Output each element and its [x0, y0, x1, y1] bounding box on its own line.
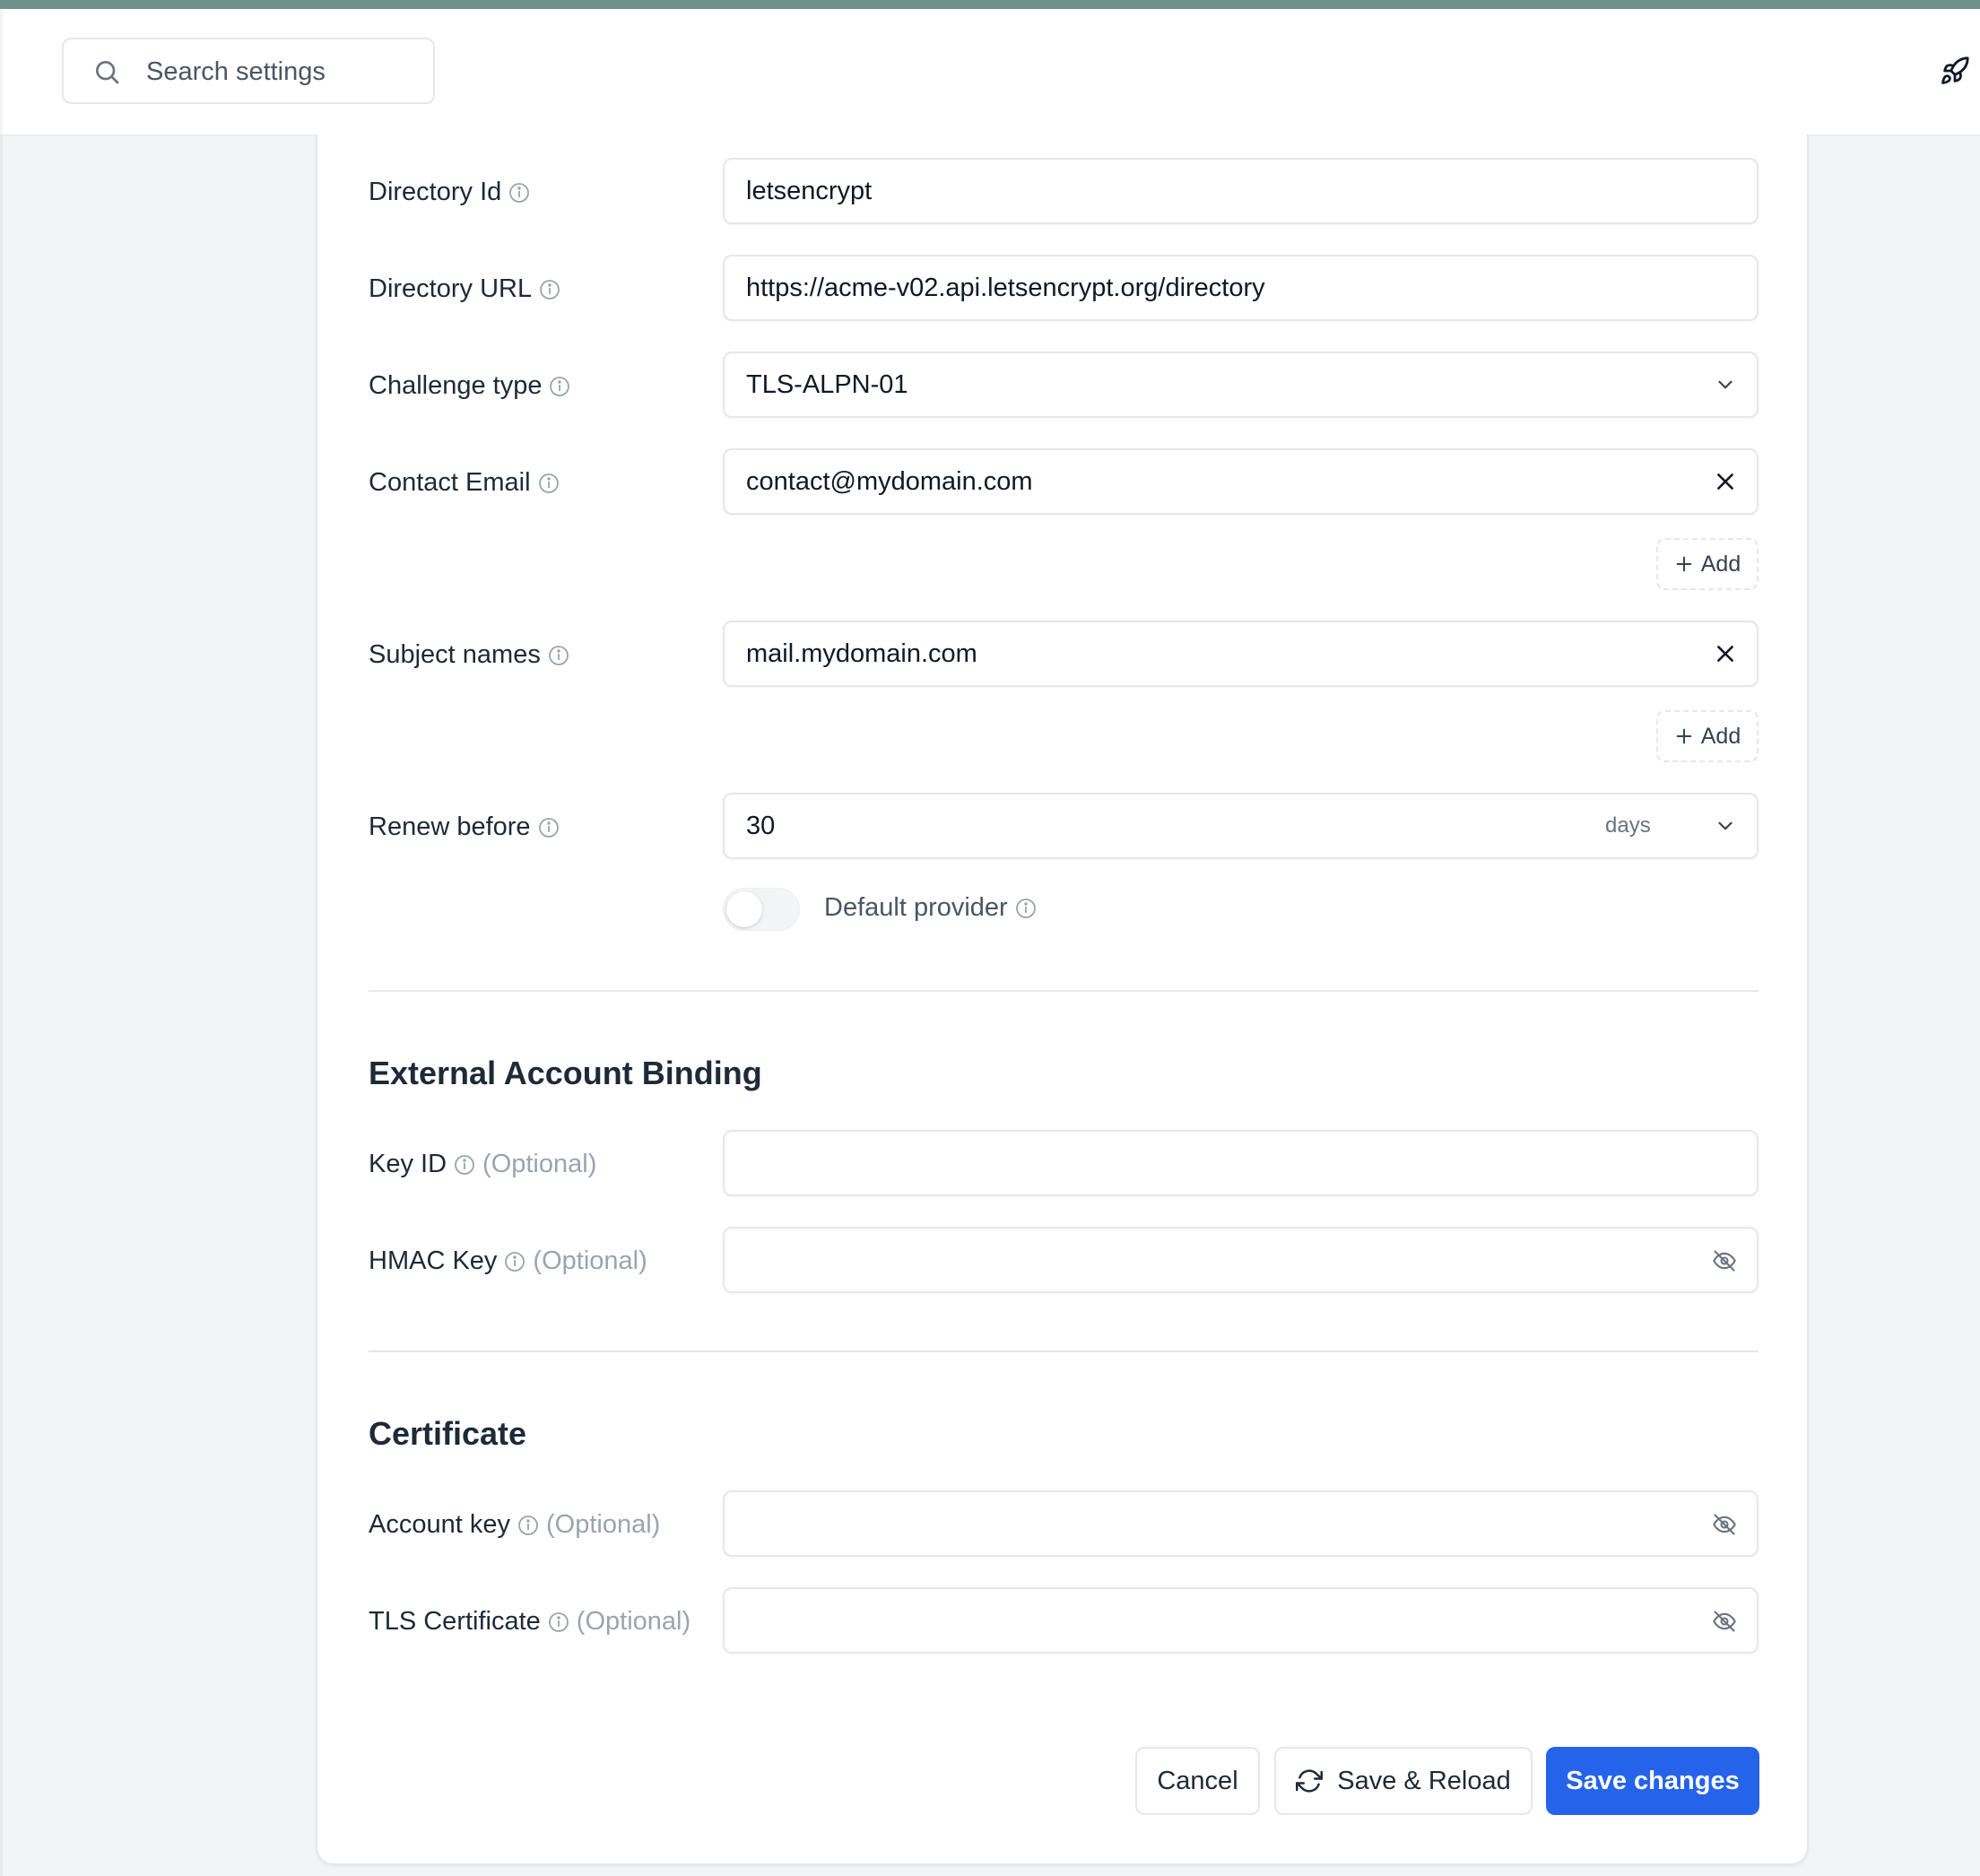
info-icon[interactable] — [508, 182, 530, 204]
tls-certificate-label: TLS Certificate (Optional) — [369, 1607, 691, 1636]
certificate-section-title: Certificate — [369, 1415, 527, 1452]
save-reload-button[interactable]: Save & Reload — [1274, 1747, 1533, 1815]
subject-names-field[interactable]: mail.mydomain.com — [723, 621, 1759, 687]
chevron-down-icon[interactable] — [1714, 814, 1737, 838]
directory-id-value: letsencrypt — [746, 177, 873, 205]
cancel-button[interactable]: Cancel — [1135, 1747, 1260, 1815]
renew-unit-select[interactable]: days — [1605, 795, 1651, 857]
info-icon[interactable] — [1015, 898, 1037, 919]
info-icon[interactable] — [539, 279, 560, 300]
toggle-knob — [726, 891, 762, 927]
account-key-input[interactable] — [723, 1490, 1759, 1557]
settings-card: Directory Id letsencrypt Directory URL h… — [316, 135, 1809, 1865]
add-label: Add — [1700, 551, 1741, 577]
renew-before-value: 30 — [746, 812, 776, 840]
default-provider-label: Default provider — [824, 893, 1037, 923]
close-icon[interactable] — [1714, 470, 1737, 493]
subject-names-label: Subject names — [369, 640, 569, 670]
search-box[interactable] — [62, 38, 435, 104]
search-input[interactable] — [144, 50, 417, 93]
tls-certificate-input[interactable] — [723, 1587, 1759, 1654]
refresh-icon — [1296, 1769, 1324, 1793]
renew-before-field[interactable]: 30 days — [723, 793, 1759, 859]
top-accent-strip — [0, 0, 1980, 9]
hmac-key-label: HMAC Key (Optional) — [369, 1246, 647, 1275]
contact-email-field[interactable]: contact@mydomain.com — [723, 448, 1759, 515]
subject-names-value: mail.mydomain.com — [746, 639, 977, 668]
chevron-down-icon — [1718, 380, 1732, 389]
close-icon[interactable] — [1714, 642, 1737, 665]
eye-off-icon[interactable] — [1712, 1248, 1737, 1273]
section-divider — [369, 1351, 1759, 1352]
info-icon[interactable] — [548, 1611, 569, 1633]
directory-url-field[interactable]: https://acme-v02.api.letsencrypt.org/dir… — [723, 255, 1759, 321]
info-icon[interactable] — [504, 1251, 525, 1272]
header — [3, 9, 1980, 135]
key-id-label: Key ID (Optional) — [369, 1150, 597, 1178]
info-icon[interactable] — [538, 817, 560, 838]
directory-url-label: Directory URL — [369, 274, 560, 304]
challenge-type-value: TLS-ALPN-01 — [746, 370, 908, 399]
renew-before-label: Renew before — [369, 812, 560, 842]
eab-section-title: External Account Binding — [369, 1055, 762, 1091]
eye-off-icon[interactable] — [1712, 1512, 1737, 1537]
search-icon — [96, 61, 119, 84]
add-contact-email-button[interactable]: Add — [1656, 538, 1759, 590]
save-changes-label: Save changes — [1566, 1766, 1740, 1795]
default-provider-toggle[interactable] — [723, 888, 800, 931]
plus-icon — [1676, 728, 1692, 744]
contact-email-value: contact@mydomain.com — [746, 467, 1033, 496]
directory-id-field[interactable]: letsencrypt — [723, 158, 1759, 224]
section-divider — [369, 990, 1759, 992]
save-reload-label: Save & Reload — [1337, 1766, 1511, 1795]
key-id-input[interactable] — [723, 1130, 1759, 1196]
add-label: Add — [1700, 723, 1741, 749]
directory-id-label: Directory Id — [369, 178, 530, 207]
info-icon[interactable] — [548, 645, 569, 666]
challenge-type-label: Challenge type — [369, 371, 570, 401]
save-changes-button[interactable]: Save changes — [1546, 1747, 1759, 1815]
sidebar-edge — [0, 135, 3, 1876]
hmac-key-input[interactable] — [723, 1227, 1759, 1293]
eye-off-icon[interactable] — [1712, 1609, 1737, 1634]
plus-icon — [1676, 556, 1692, 572]
contact-email-label: Contact Email — [369, 468, 560, 498]
cancel-label: Cancel — [1157, 1766, 1238, 1795]
rocket-icon[interactable] — [1940, 56, 1970, 86]
info-icon[interactable] — [549, 376, 570, 397]
info-icon[interactable] — [538, 473, 560, 494]
add-subject-name-button[interactable]: Add — [1656, 710, 1759, 762]
account-key-label: Account key (Optional) — [369, 1510, 661, 1539]
info-icon[interactable] — [454, 1154, 475, 1176]
directory-url-value: https://acme-v02.api.letsencrypt.org/dir… — [746, 274, 1265, 302]
challenge-type-select[interactable]: TLS-ALPN-01 — [723, 352, 1759, 418]
info-icon[interactable] — [517, 1515, 539, 1536]
